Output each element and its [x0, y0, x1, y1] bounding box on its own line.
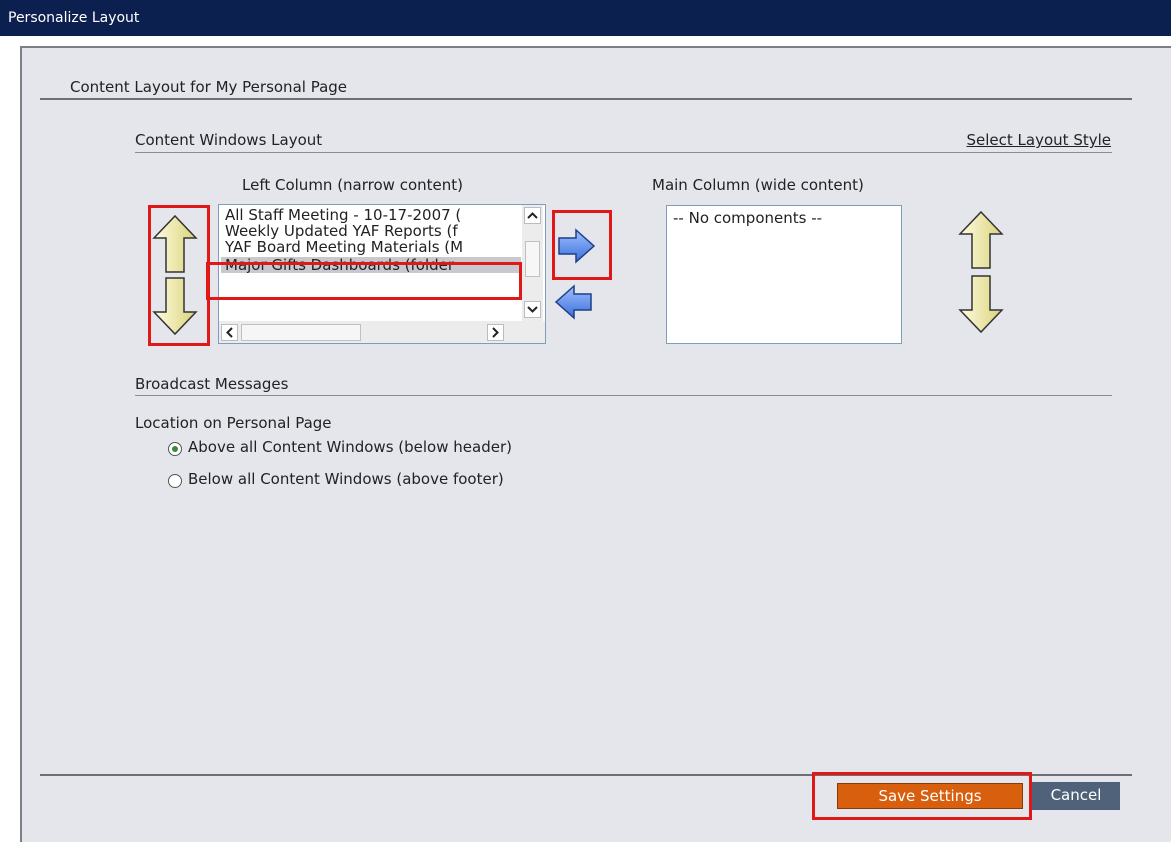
- highlight-move-right: [552, 210, 612, 280]
- hscroll-thumb[interactable]: [241, 324, 361, 341]
- scroll-down-button[interactable]: [524, 301, 541, 318]
- main-column-item[interactable]: -- No components --: [669, 210, 822, 226]
- section-divider: [40, 98, 1132, 100]
- scroll-thumb[interactable]: [525, 241, 540, 277]
- chevron-right-icon: [492, 327, 499, 338]
- highlight-selected-item: [206, 262, 522, 300]
- section-title: Content Layout for My Personal Page: [70, 78, 348, 96]
- left-column-item[interactable]: YAF Board Meeting Materials (M: [221, 239, 521, 255]
- chevron-up-icon: [527, 212, 538, 219]
- radio-below-content[interactable]: [168, 474, 182, 488]
- cancel-button[interactable]: Cancel: [1032, 782, 1120, 810]
- content-windows-divider: [135, 152, 1112, 153]
- window-titlebar: Personalize Layout: [0, 0, 1171, 36]
- left-column-item[interactable]: All Staff Meeting - 10-17-2007 (: [221, 207, 521, 223]
- layout-panel: Content Layout for My Personal Page Cont…: [20, 46, 1171, 842]
- select-layout-style-link[interactable]: Select Layout Style: [967, 131, 1111, 149]
- scroll-right-button[interactable]: [487, 324, 504, 341]
- move-left-button[interactable]: [554, 284, 594, 320]
- main-move-down-button[interactable]: [958, 274, 1004, 334]
- chevron-left-icon: [226, 327, 233, 338]
- broadcast-heading: Broadcast Messages: [135, 375, 289, 393]
- scroll-left-button[interactable]: [221, 324, 238, 341]
- left-column-item[interactable]: Weekly Updated YAF Reports (f: [221, 223, 521, 239]
- arrow-left-icon: [554, 284, 592, 320]
- left-list-vscrollbar[interactable]: [522, 205, 543, 321]
- radio-selected-dot: [172, 446, 178, 452]
- window-title: Personalize Layout: [8, 10, 140, 26]
- highlight-order-arrows: [148, 205, 210, 346]
- arrow-up-icon: [958, 210, 1004, 269]
- left-column-label: Left Column (narrow content): [242, 176, 463, 194]
- location-label: Location on Personal Page: [135, 414, 332, 432]
- main-column-listbox[interactable]: -- No components --: [666, 205, 902, 344]
- highlight-save-button: [812, 772, 1032, 820]
- chevron-down-icon: [527, 306, 538, 313]
- broadcast-divider: [135, 395, 1112, 396]
- main-column-label: Main Column (wide content): [652, 176, 864, 194]
- arrow-down-icon: [958, 275, 1004, 334]
- main-move-up-button[interactable]: [958, 210, 1004, 270]
- radio-above-content[interactable]: [168, 442, 182, 456]
- scroll-up-button[interactable]: [524, 207, 541, 224]
- left-list-hscrollbar[interactable]: [219, 321, 545, 343]
- radio-above-label[interactable]: Above all Content Windows (below header): [188, 438, 512, 456]
- content-windows-heading: Content Windows Layout: [135, 131, 323, 149]
- radio-below-label[interactable]: Below all Content Windows (above footer): [188, 470, 504, 488]
